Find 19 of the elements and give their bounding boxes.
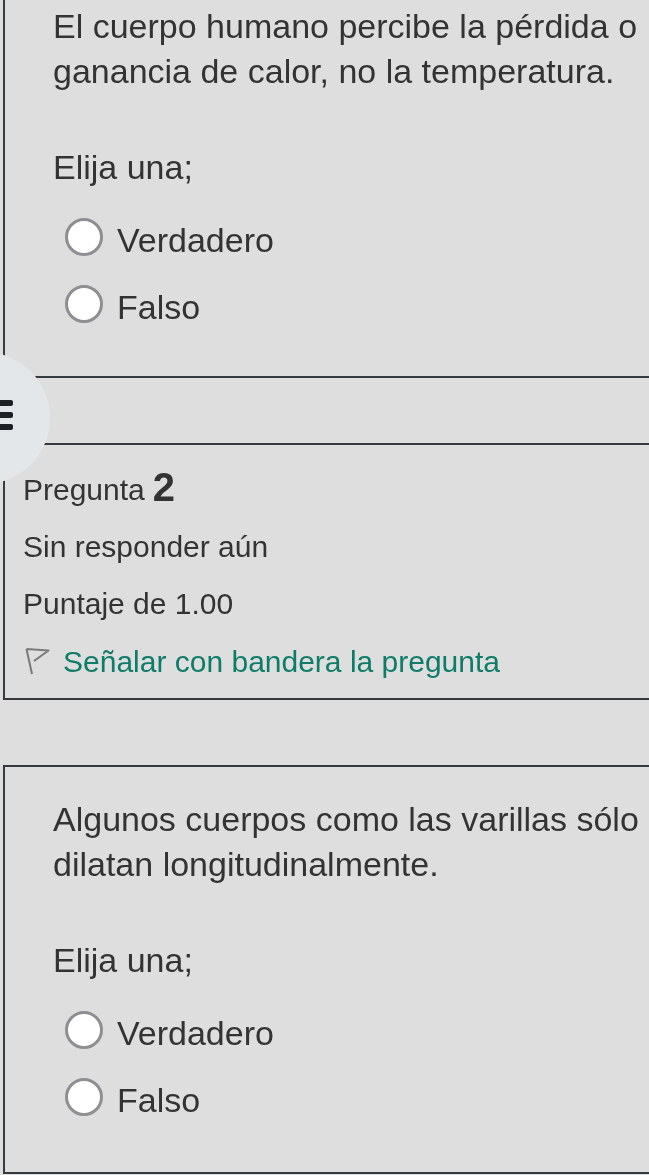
question-number: 2 — [152, 466, 175, 507]
flag-icon — [25, 648, 50, 675]
question-text: El cuerpo humano percibe la pérdida o ganancia de calor, no la temperatura. — [53, 6, 639, 92]
radio-button[interactable] — [65, 1011, 103, 1049]
option-label[interactable]: Verdadero — [117, 1011, 274, 1056]
option-label[interactable]: Verdadero — [117, 218, 274, 263]
question-text: Algunos cuerpos como las varillas sólo dilatan longitudinalmente. — [53, 799, 640, 885]
status-text: Sin responder aún — [23, 528, 269, 565]
option-label[interactable]: Falso — [117, 1078, 201, 1123]
question-label: Pregunta — [23, 471, 145, 508]
grade-text: Puntaje de 1.00 — [23, 585, 234, 622]
prompt-text: Elija una; — [53, 147, 194, 188]
radio-button[interactable] — [65, 285, 103, 323]
option-label[interactable]: Falso — [117, 285, 201, 330]
radio-button[interactable] — [65, 1078, 103, 1116]
menu-icon — [0, 400, 13, 430]
radio-button[interactable] — [65, 218, 103, 256]
flag-question-link[interactable]: Señalar con bandera la pregunta — [25, 641, 500, 682]
prompt-text: Elija una; — [53, 940, 194, 981]
